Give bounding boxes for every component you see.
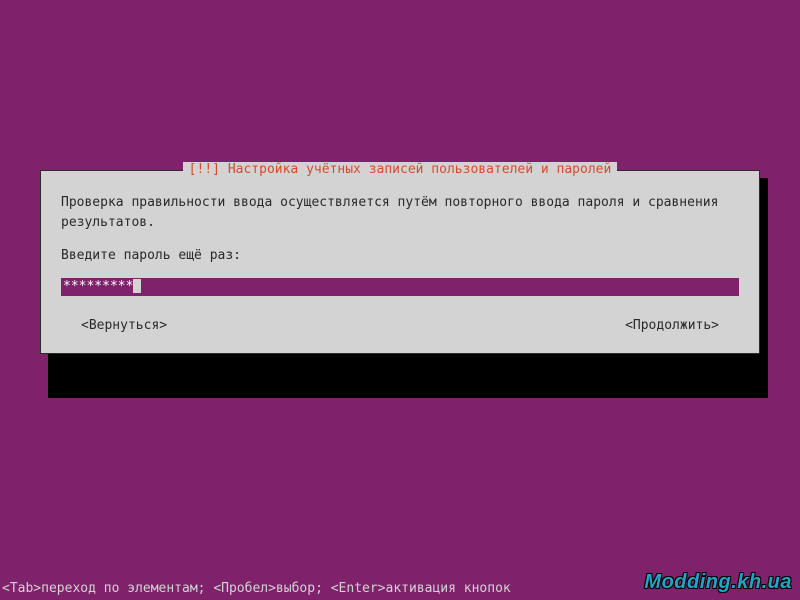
- watermark: Modding.kh.ua: [644, 571, 792, 594]
- dialog-body: Проверка правильности ввода осуществляет…: [61, 193, 739, 335]
- dialog-button-row: <Вернуться> <Продолжить>: [61, 316, 739, 336]
- dialog-title-wrap: [!!] Настройка учётных записей пользоват…: [41, 162, 759, 177]
- password-dialog: [!!] Настройка учётных записей пользоват…: [40, 170, 760, 354]
- password-input[interactable]: *********: [61, 278, 739, 296]
- back-button[interactable]: <Вернуться>: [81, 316, 167, 336]
- dialog-description: Проверка правильности ввода осуществляет…: [61, 193, 739, 232]
- password-masked-value: *********: [63, 279, 133, 294]
- continue-button[interactable]: <Продолжить>: [625, 316, 719, 336]
- dialog-title: [!!] Настройка учётных записей пользоват…: [183, 162, 618, 177]
- dialog-title-prefix: [!!]: [189, 162, 228, 177]
- dialog-title-text: Настройка учётных записей пользователей …: [228, 162, 612, 177]
- password-prompt-label: Введите пароль ещё раз:: [61, 246, 739, 266]
- text-cursor-icon: [133, 279, 141, 293]
- status-bar: <Tab>переход по элементам; <Пробел>выбор…: [0, 581, 511, 596]
